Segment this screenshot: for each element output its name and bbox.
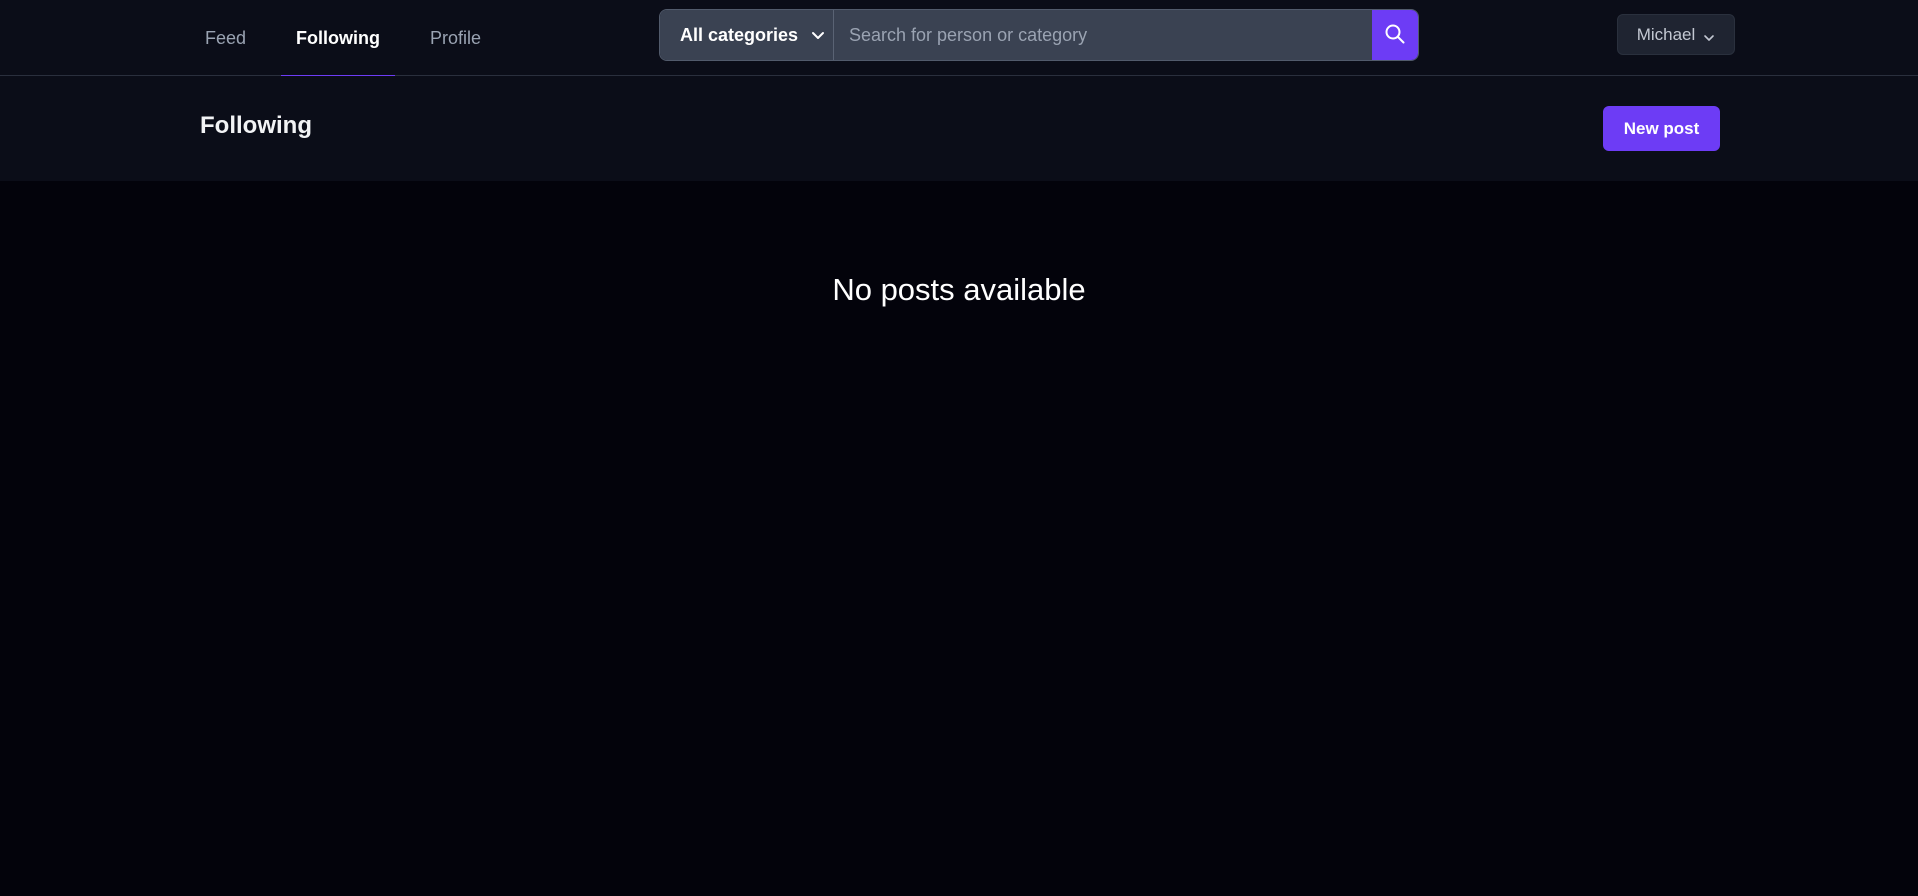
empty-state-message: No posts available — [832, 272, 1086, 307]
tab-profile-label: Profile — [430, 27, 482, 48]
search-button[interactable] — [1372, 10, 1418, 60]
page-header: Following New post — [0, 76, 1918, 181]
tab-following-label: Following — [296, 27, 381, 48]
search-input[interactable] — [834, 10, 1372, 60]
main-content: No posts available — [0, 181, 1918, 896]
chevron-down-icon — [1703, 29, 1715, 41]
page-title: Following — [200, 112, 312, 139]
search-group: All categories — [659, 9, 1419, 61]
tab-feed[interactable]: Feed — [190, 0, 261, 76]
category-dropdown[interactable]: All categories — [660, 10, 834, 60]
tab-feed-label: Feed — [205, 27, 247, 48]
user-menu-button[interactable]: Michael — [1617, 14, 1735, 55]
tab-profile[interactable]: Profile — [415, 0, 496, 76]
user-name: Michael — [1636, 24, 1696, 44]
search-icon — [1384, 23, 1406, 48]
tab-following[interactable]: Following — [281, 0, 395, 77]
chevron-down-icon — [810, 27, 826, 43]
category-dropdown-label: All categories — [680, 24, 799, 45]
new-post-button[interactable]: New post — [1603, 106, 1720, 151]
nav-tabs: Feed Following Profile — [190, 0, 516, 77]
top-navigation-bar: Feed Following Profile All categories Se… — [0, 0, 1918, 77]
